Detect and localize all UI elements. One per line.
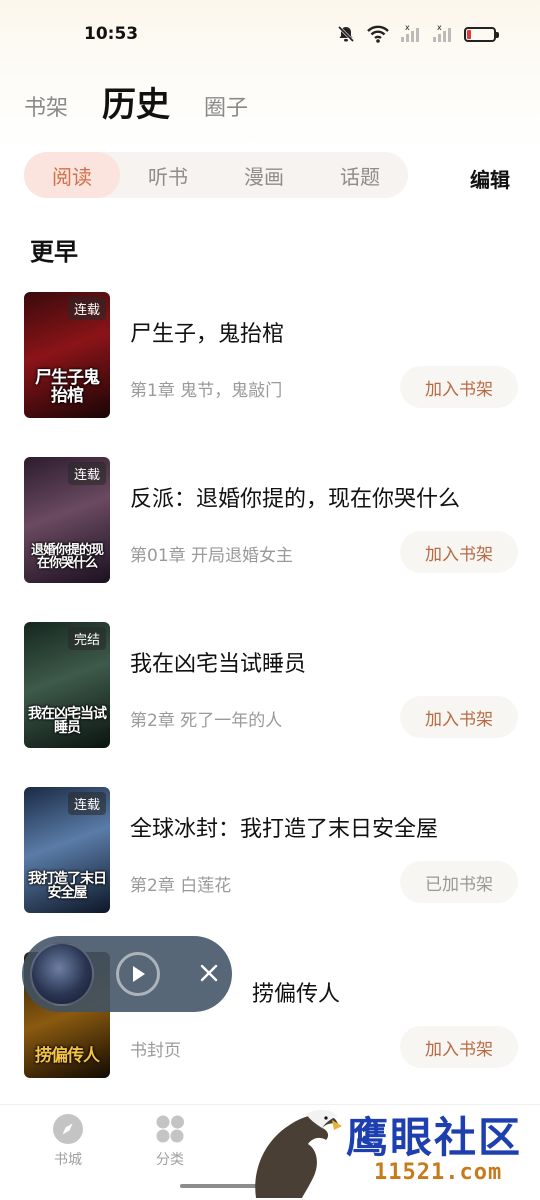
status-icons: x x	[336, 24, 499, 44]
history-item[interactable]: 完结 我在凶宅当试睡员 我在凶宅当试睡员 第2章 死了一年的人 加入书架	[24, 622, 524, 748]
subtab-comics[interactable]: 漫画	[216, 152, 312, 198]
cover-title: 退婚你提的现在你哭什么	[30, 542, 104, 572]
add-to-shelf-button[interactable]: 加入书架	[400, 366, 518, 408]
history-item[interactable]: 连载 尸生子鬼抬棺 尸生子，鬼抬棺 第1章 鬼节，鬼敲门 加入书架	[24, 292, 524, 418]
book-chapter: 书封页	[130, 1041, 181, 1061]
play-icon	[133, 966, 145, 982]
signal-icon-2: x	[433, 24, 451, 42]
floating-audio-player[interactable]	[22, 936, 232, 1012]
book-title[interactable]: 尸生子，鬼抬棺	[130, 316, 284, 348]
battery-icon	[464, 26, 499, 42]
book-cover[interactable]: 连载 尸生子鬼抬棺	[24, 292, 110, 418]
compass-icon	[53, 1114, 83, 1144]
add-to-shelf-button[interactable]: 加入书架	[400, 1026, 518, 1068]
book-title[interactable]: 我在凶宅当试睡员	[130, 646, 306, 678]
cover-title: 捞偏传人	[35, 1046, 100, 1067]
book-chapter: 第2章 死了一年的人	[130, 711, 283, 731]
grid-icon	[156, 1115, 184, 1143]
book-chapter: 第01章 开局退婚女主	[130, 546, 294, 566]
book-title[interactable]: 捞偏传人	[252, 976, 340, 1008]
tab-bookshelf[interactable]: 书架	[24, 90, 68, 126]
add-to-shelf-button[interactable]: 加入书架	[400, 531, 518, 573]
close-icon	[200, 964, 218, 982]
book-chapter: 第1章 鬼节，鬼敲门	[130, 381, 283, 401]
status-badge: 连载	[67, 297, 106, 320]
main-tabs: 书架 历史 圈子	[24, 76, 248, 126]
tab-circle[interactable]: 圈子	[204, 90, 248, 126]
section-title: 更早	[30, 238, 78, 266]
status-badge: 连载	[67, 792, 106, 815]
signal-icon-1: x	[401, 24, 419, 42]
svg-text:x: x	[405, 24, 410, 32]
edit-button[interactable]: 编辑	[470, 164, 510, 193]
nav-item-bookstore[interactable]: 书城	[38, 1113, 98, 1169]
book-chapter: 第2章 白莲花	[130, 876, 232, 896]
nav-label: 分类	[156, 1152, 184, 1168]
close-player-button[interactable]	[196, 960, 222, 986]
subtab-audiobook[interactable]: 听书	[120, 152, 216, 198]
status-badge: 连载	[67, 462, 106, 485]
history-item[interactable]: 连载 我打造了末日安全屋 全球冰封：我打造了末日安全屋 第2章 白莲花 已加书架	[24, 787, 524, 913]
watermark: 鹰眼社区 11521.com	[246, 1100, 540, 1200]
mute-bell-icon	[337, 25, 355, 43]
wifi-icon	[367, 25, 389, 43]
nav-item-category[interactable]: 分类	[140, 1113, 200, 1169]
eagle-logo-icon	[255, 1109, 342, 1198]
add-to-shelf-button[interactable]: 加入书架	[400, 696, 518, 738]
watermark-text: 鹰眼社区	[346, 1113, 523, 1162]
book-title[interactable]: 反派：退婚你提的，现在你哭什么	[130, 481, 460, 513]
subtab-reading[interactable]: 阅读	[24, 152, 120, 198]
book-cover[interactable]: 连载 退婚你提的现在你哭什么	[24, 457, 110, 583]
nav-label: 书城	[54, 1152, 82, 1168]
watermark-url: 11521.com	[374, 1160, 503, 1185]
status-time: 10:53	[84, 24, 139, 44]
book-cover[interactable]: 连载 我打造了末日安全屋	[24, 787, 110, 913]
svg-text:x: x	[437, 24, 442, 32]
added-to-shelf-button[interactable]: 已加书架	[400, 861, 518, 903]
play-button[interactable]	[116, 952, 160, 996]
tab-history[interactable]: 历史	[102, 77, 170, 126]
status-badge: 完结	[67, 627, 106, 650]
history-item[interactable]: 连载 退婚你提的现在你哭什么 反派：退婚你提的，现在你哭什么 第01章 开局退婚…	[24, 457, 524, 583]
cover-title: 我在凶宅当试睡员	[28, 705, 107, 737]
player-cover[interactable]	[30, 942, 94, 1006]
book-cover[interactable]: 完结 我在凶宅当试睡员	[24, 622, 110, 748]
cover-title: 我打造了末日安全屋	[28, 870, 107, 902]
subtab-topics[interactable]: 话题	[312, 152, 408, 198]
status-bar: 10:53 x x	[0, 0, 540, 68]
cover-title: 尸生子鬼抬棺	[35, 368, 100, 407]
book-title[interactable]: 全球冰封：我打造了末日安全屋	[130, 811, 438, 843]
sub-tabs: 阅读 听书 漫画 话题	[24, 152, 408, 198]
